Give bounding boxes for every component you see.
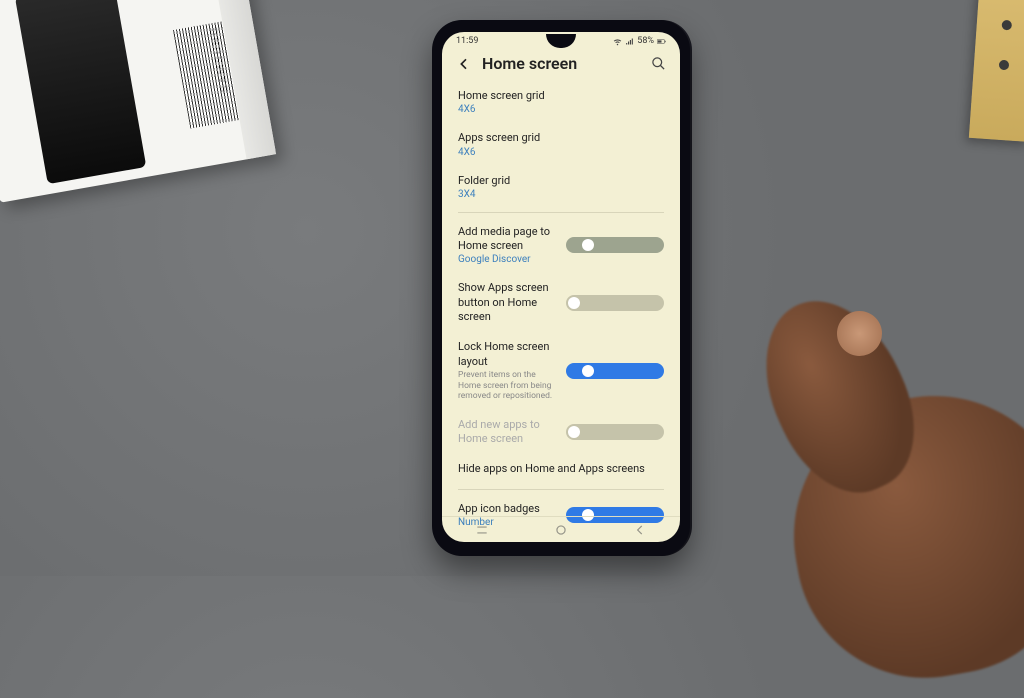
item-label: App icon badges	[458, 502, 556, 516]
item-label: Show Apps screen button on Home screen	[458, 281, 556, 324]
section-divider	[458, 489, 664, 490]
item-value: 4X6	[458, 104, 664, 115]
item-label: Lock Home screen layout	[458, 340, 556, 369]
battery-text: 58%	[637, 36, 654, 46]
navigation-bar	[442, 516, 680, 542]
box-phone-art	[15, 0, 146, 184]
item-value: 3X4	[458, 189, 664, 200]
box-barcodes	[173, 21, 240, 128]
folder-grid-item[interactable]: Folder grid 3X4	[458, 166, 664, 208]
section-divider	[458, 212, 664, 213]
item-label: Add new apps to Home screen	[458, 418, 556, 447]
home-screen-grid-item[interactable]: Home screen grid 4X6	[458, 81, 664, 123]
media-page-toggle[interactable]	[566, 237, 664, 253]
screw-icon	[1001, 20, 1012, 31]
lock-layout-toggle[interactable]	[566, 363, 664, 379]
phone-frame: 11:59 58% Home screen Home screen grid 4…	[432, 20, 690, 556]
battery-icon	[657, 37, 666, 46]
phone-screen: 11:59 58% Home screen Home screen grid 4…	[442, 32, 680, 542]
item-label: Folder grid	[458, 174, 664, 188]
back-nav-icon[interactable]	[633, 523, 647, 537]
item-value: 4X6	[458, 147, 664, 158]
status-time: 11:59	[456, 36, 478, 46]
add-new-apps-item: Add new apps to Home screen	[458, 410, 664, 455]
signal-icon	[625, 37, 634, 46]
item-label: Apps screen grid	[458, 131, 664, 145]
add-media-page-item[interactable]: Add media page to Home screen Google Dis…	[458, 217, 664, 274]
lock-layout-item[interactable]: Lock Home screen layout Prevent items on…	[458, 332, 664, 409]
item-description: Prevent items on the Home screen from be…	[458, 370, 556, 402]
apps-screen-grid-item[interactable]: Apps screen grid 4X6	[458, 123, 664, 165]
item-sublabel: Google Discover	[458, 254, 556, 265]
product-box: Galaxy A06 SAMSUNG	[0, 0, 276, 203]
show-apps-button-item[interactable]: Show Apps screen button on Home screen	[458, 273, 664, 332]
item-label: Add media page to Home screen	[458, 225, 556, 254]
settings-header: Home screen	[442, 48, 680, 81]
screw-icon	[999, 60, 1010, 71]
wifi-icon	[613, 37, 622, 46]
hand-overlay	[654, 236, 1024, 656]
hide-apps-item[interactable]: Hide apps on Home and Apps screens	[458, 454, 664, 484]
apps-button-toggle[interactable]	[566, 295, 664, 311]
wooden-block	[969, 0, 1024, 142]
recent-apps-icon[interactable]	[475, 523, 489, 537]
home-icon[interactable]	[554, 523, 568, 537]
search-icon[interactable]	[651, 56, 666, 71]
item-label: Hide apps on Home and Apps screens	[458, 462, 664, 476]
item-label: Home screen grid	[458, 89, 664, 103]
back-icon[interactable]	[456, 56, 472, 72]
page-title: Home screen	[482, 54, 641, 73]
add-new-apps-toggle	[566, 424, 664, 440]
